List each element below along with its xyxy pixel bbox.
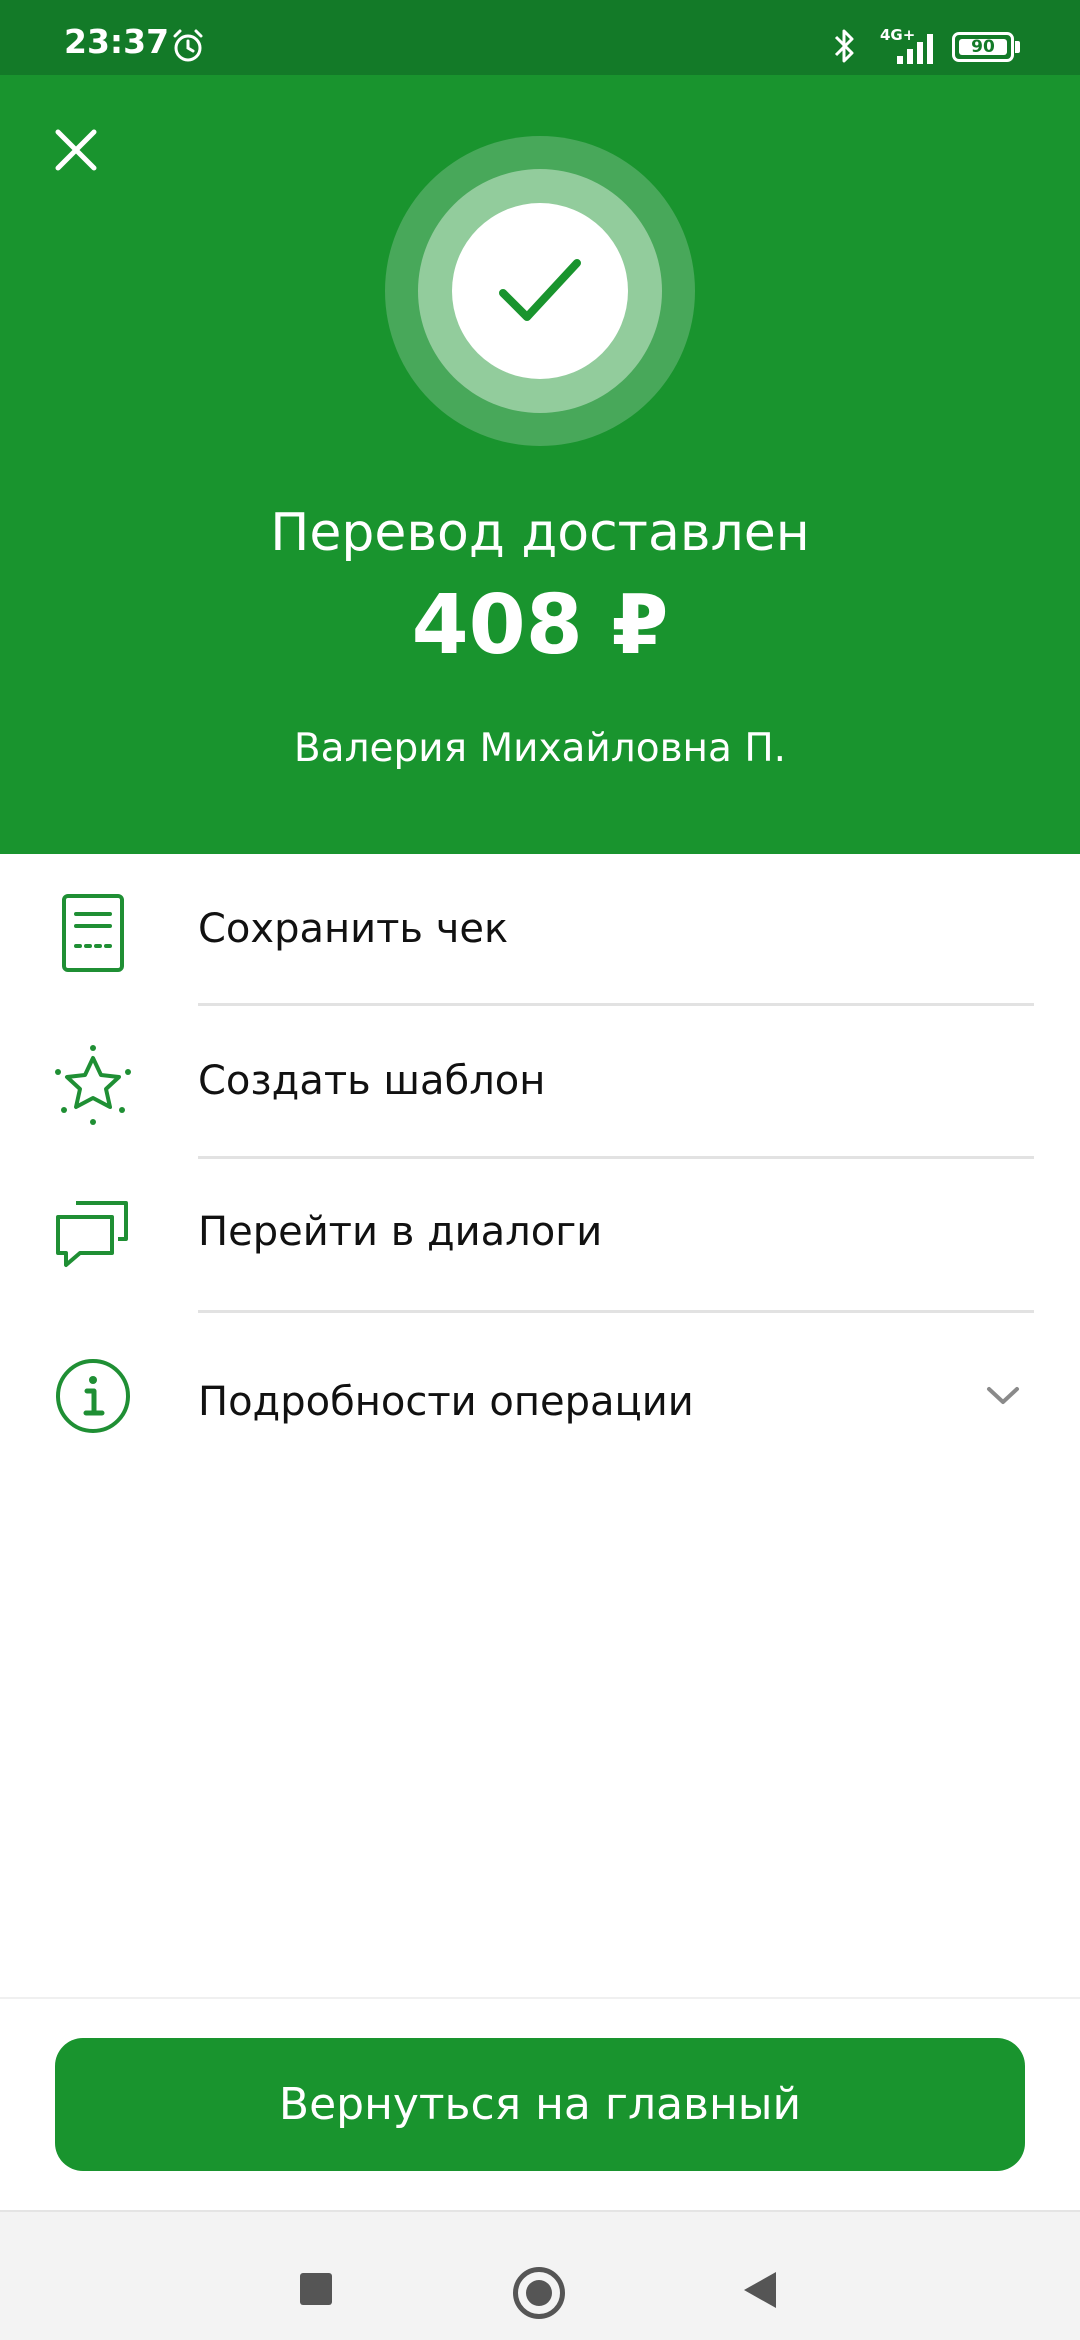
star-icon [55,1045,131,1125]
alarm-icon [173,29,203,62]
go-to-dialogs-item[interactable]: Перейти в диалоги [0,1159,1080,1312]
save-receipt-item[interactable]: Сохранить чек [0,856,1080,1006]
operation-details-item[interactable]: Подробности операции [0,1313,1080,1485]
status-time: 23:37 [64,22,170,61]
transfer-amount: 408 ₽ [411,578,669,673]
save-receipt-label: Сохранить чек [198,906,509,952]
create-template-item[interactable]: Создать шаблон [0,1006,1080,1158]
check-icon [499,259,581,321]
battery-icon: 90 [952,32,1020,62]
chevron-down-icon[interactable] [985,1385,1021,1407]
home-icon[interactable] [513,2267,565,2319]
recipient-name: Валерия Михайловна П. [293,726,787,771]
signal-icon [897,34,933,64]
status-bar: 23:37 4G+ 90 [0,0,1080,75]
receipt-icon [62,894,124,972]
transfer-status-title: Перевод доставлен [270,503,810,563]
operation-details-label: Подробности операции [198,1379,694,1425]
close-icon[interactable] [48,122,104,178]
return-home-button[interactable]: Вернуться на главный [55,2038,1025,2171]
create-template-label: Создать шаблон [198,1058,546,1104]
back-icon[interactable] [742,2270,778,2310]
info-icon [56,1359,130,1433]
go-to-dialogs-label: Перейти в диалоги [198,1209,603,1255]
chat-icon [56,1201,128,1267]
recents-icon[interactable] [300,2273,332,2305]
system-nav-bar [0,2210,1080,2340]
bottom-separator [0,1997,1080,1999]
battery-level: 90 [971,37,995,57]
bluetooth-icon [834,29,854,63]
